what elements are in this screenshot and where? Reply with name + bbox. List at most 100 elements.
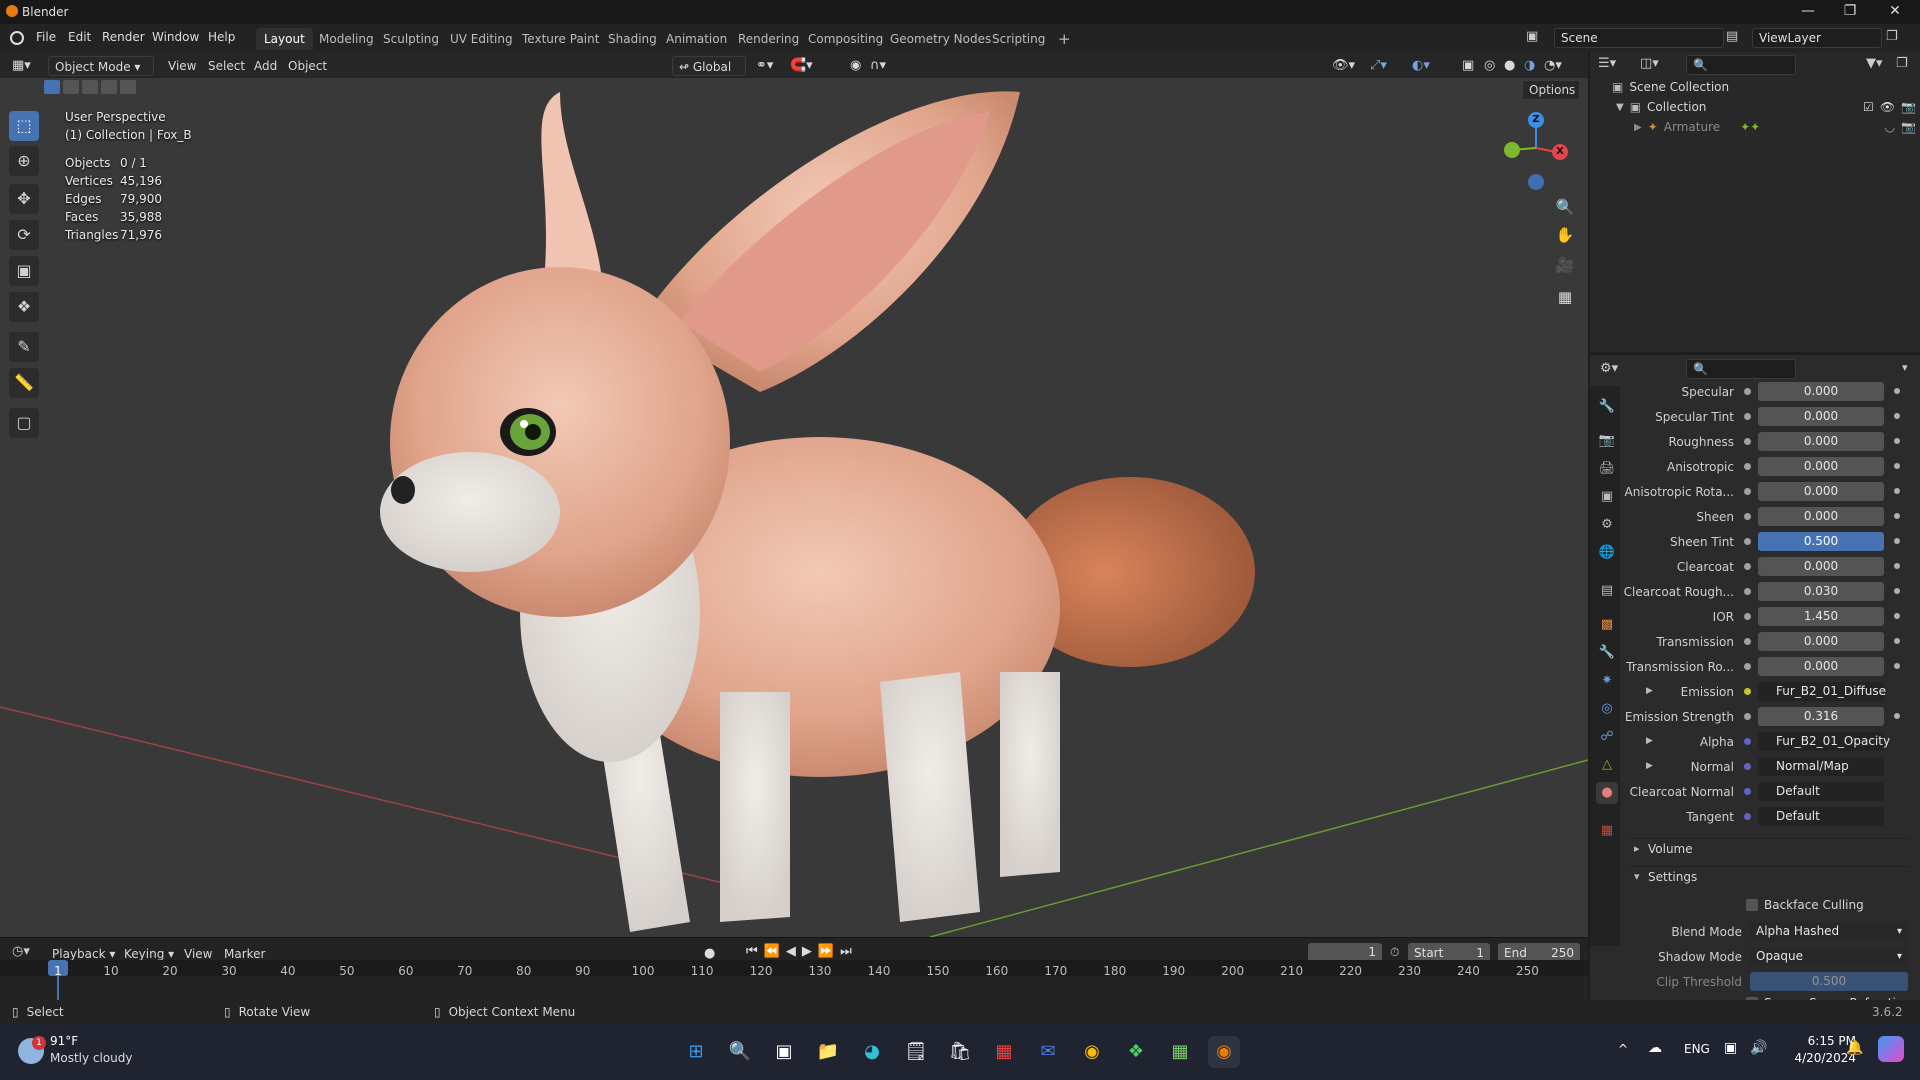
clip-threshold-slider[interactable]: 0.500 [1750,972,1908,991]
material-preview-shading-icon[interactable]: ◑ [1524,56,1535,76]
keyframe-icon[interactable] [1894,663,1900,669]
view-layer-icon[interactable]: ▤ [1726,29,1748,47]
properties-search-input[interactable]: 🔍 [1686,359,1796,379]
transform-orientation-selector[interactable]: ↫ Global [672,56,746,76]
visibility-icon[interactable]: 👁▾ [1332,56,1355,76]
timeline-editor-icon[interactable]: ◷▾ [12,944,30,959]
tab-compositing[interactable]: Compositing [800,28,891,50]
game-app-icon[interactable]: ❖ [1120,1036,1152,1068]
keyframe-icon[interactable] [1894,538,1900,544]
outliner-row-armature[interactable]: ▶ ✦ Armature ✦✦ ◡ 📷 [1634,120,1916,134]
tab-modeling[interactable]: Modeling [311,28,382,50]
tab-texture-paint[interactable]: Texture Paint [514,28,607,50]
exclude-checkbox-icon[interactable]: ☑ [1863,100,1874,114]
overlay-toggle-icon[interactable]: ◐▾ [1412,56,1430,76]
next-keyframe-icon[interactable]: ⏩ [818,944,834,959]
prop-value-field[interactable]: 0.000 [1758,507,1884,526]
keyframe-icon[interactable] [1894,513,1900,519]
tab-uv-editing[interactable]: UV Editing [442,28,521,50]
tab-shading[interactable]: Shading [600,28,665,50]
backface-culling-row[interactable]: Backface Culling [1746,898,1864,912]
mail-app-icon[interactable]: ✉ [1032,1036,1064,1068]
play-icon[interactable]: ▶ [802,944,812,959]
socket-icon[interactable] [1744,513,1751,520]
prop-value-field[interactable]: 0.000 [1758,457,1884,476]
select-intersect-icon[interactable] [120,80,136,94]
prop-value-field[interactable]: 0.000 [1758,432,1884,451]
measure-tool-icon[interactable]: 📏 [9,368,39,398]
prop-value-field[interactable]: 0.316 [1758,707,1884,726]
minimize-icon[interactable]: — [1788,0,1828,24]
falloff-icon[interactable]: ∩▾ [870,56,886,76]
search-taskbar-icon[interactable]: 🔍 [724,1036,756,1068]
keyframe-icon[interactable] [1894,563,1900,569]
tab-animation[interactable]: Animation [658,28,735,50]
network-icon[interactable]: ▣ [1724,1040,1737,1056]
socket-icon[interactable] [1744,588,1751,595]
annotate-tool-icon[interactable]: ✎ [9,332,39,362]
prop-value-field[interactable]: 1.450 [1758,607,1884,626]
eye-icon[interactable]: 👁 [1880,100,1895,114]
scene-tab-icon[interactable]: ⚙ [1596,514,1618,536]
panel-menu-icon[interactable]: ▾ [1902,361,1908,374]
solid-shading-icon[interactable]: ● [1504,56,1515,76]
pivot-point-icon[interactable]: ⚭▾ [756,56,773,76]
render-tab-icon[interactable]: 📷 [1596,430,1618,452]
expand-arrow-icon[interactable]: ▶ [1646,736,1653,746]
socket-icon[interactable] [1744,763,1751,770]
gizmo-x-axis[interactable]: X [1552,144,1568,160]
camera-view-icon[interactable]: 🎥 [1552,252,1578,278]
expand-arrow-icon[interactable]: ▶ [1646,761,1653,771]
tab-layout[interactable]: Layout [256,28,313,50]
volume-icon[interactable]: 🔊 [1750,1040,1767,1056]
socket-icon[interactable] [1744,713,1751,720]
close-icon[interactable]: ✕ [1875,0,1915,24]
new-collection-icon[interactable]: ❐ [1896,56,1908,71]
socket-icon[interactable] [1744,438,1751,445]
prop-value-field[interactable]: Default [1758,782,1884,801]
keyframe-icon[interactable] [1894,713,1900,719]
nvidia-app-icon[interactable]: ▦ [1164,1036,1196,1068]
editor-type-icon[interactable]: ▦▾ [12,56,38,76]
prop-value-field[interactable]: 0.500 [1758,532,1884,551]
prop-value-field[interactable]: Default [1758,807,1884,826]
mode-selector[interactable]: Object Mode ▾ [48,56,154,76]
move-tool-icon[interactable]: ✥ [9,184,39,214]
menu-help[interactable]: Help [208,30,235,44]
keyframe-icon[interactable] [1894,613,1900,619]
socket-icon[interactable] [1744,538,1751,545]
viewport-menu-select[interactable]: Select [208,56,245,76]
scene-selector[interactable]: Scene [1554,28,1724,48]
modifier-tab-icon[interactable]: 🔧 [1596,642,1618,664]
outliner-editor-icon[interactable]: ☰▾ [1598,56,1616,71]
edge-browser-icon[interactable]: ◕ [856,1036,888,1068]
navigation-gizmo[interactable]: Z X [1498,108,1578,198]
file-explorer-icon[interactable]: 📁 [812,1036,844,1068]
select-new-icon[interactable] [44,80,60,94]
windows-start-icon[interactable]: ⊞ [680,1036,712,1068]
notification-bell-icon[interactable]: 🔔 [1846,1040,1863,1056]
outliner-row-collection[interactable]: ▼ ▣ Collection ☑ 👁 📷 [1616,100,1916,114]
socket-icon[interactable] [1744,463,1751,470]
filter-icon[interactable]: ▼▾ [1866,56,1883,71]
socket-icon[interactable] [1744,663,1751,670]
keyframe-icon[interactable] [1894,413,1900,419]
scale-tool-icon[interactable]: ▣ [9,256,39,286]
constraints-tab-icon[interactable]: ☍ [1596,726,1618,748]
store-app-icon[interactable]: 🛍 [944,1036,976,1068]
expand-arrow-icon[interactable]: ▶ [1646,686,1653,696]
options-button[interactable]: Options [1522,80,1580,100]
select-subtract-icon[interactable] [82,80,98,94]
outliner-row-scene-collection[interactable]: ▣ Scene Collection [1612,80,1729,94]
weather-temp[interactable]: 91°F [50,1034,78,1048]
keyframe-icon[interactable] [1894,488,1900,494]
socket-icon[interactable] [1744,813,1751,820]
language-indicator[interactable]: ENG [1684,1042,1710,1056]
zoom-icon[interactable]: 🔍 [1552,194,1578,220]
socket-icon[interactable] [1744,688,1751,695]
prop-value-field[interactable]: 0.000 [1758,382,1884,401]
socket-icon[interactable] [1744,613,1751,620]
scene-icon[interactable]: ▣ [1526,29,1548,47]
settings-section-header[interactable]: ▾ Settings [1628,866,1910,886]
perspective-toggle-icon[interactable]: ▦ [1552,284,1578,310]
